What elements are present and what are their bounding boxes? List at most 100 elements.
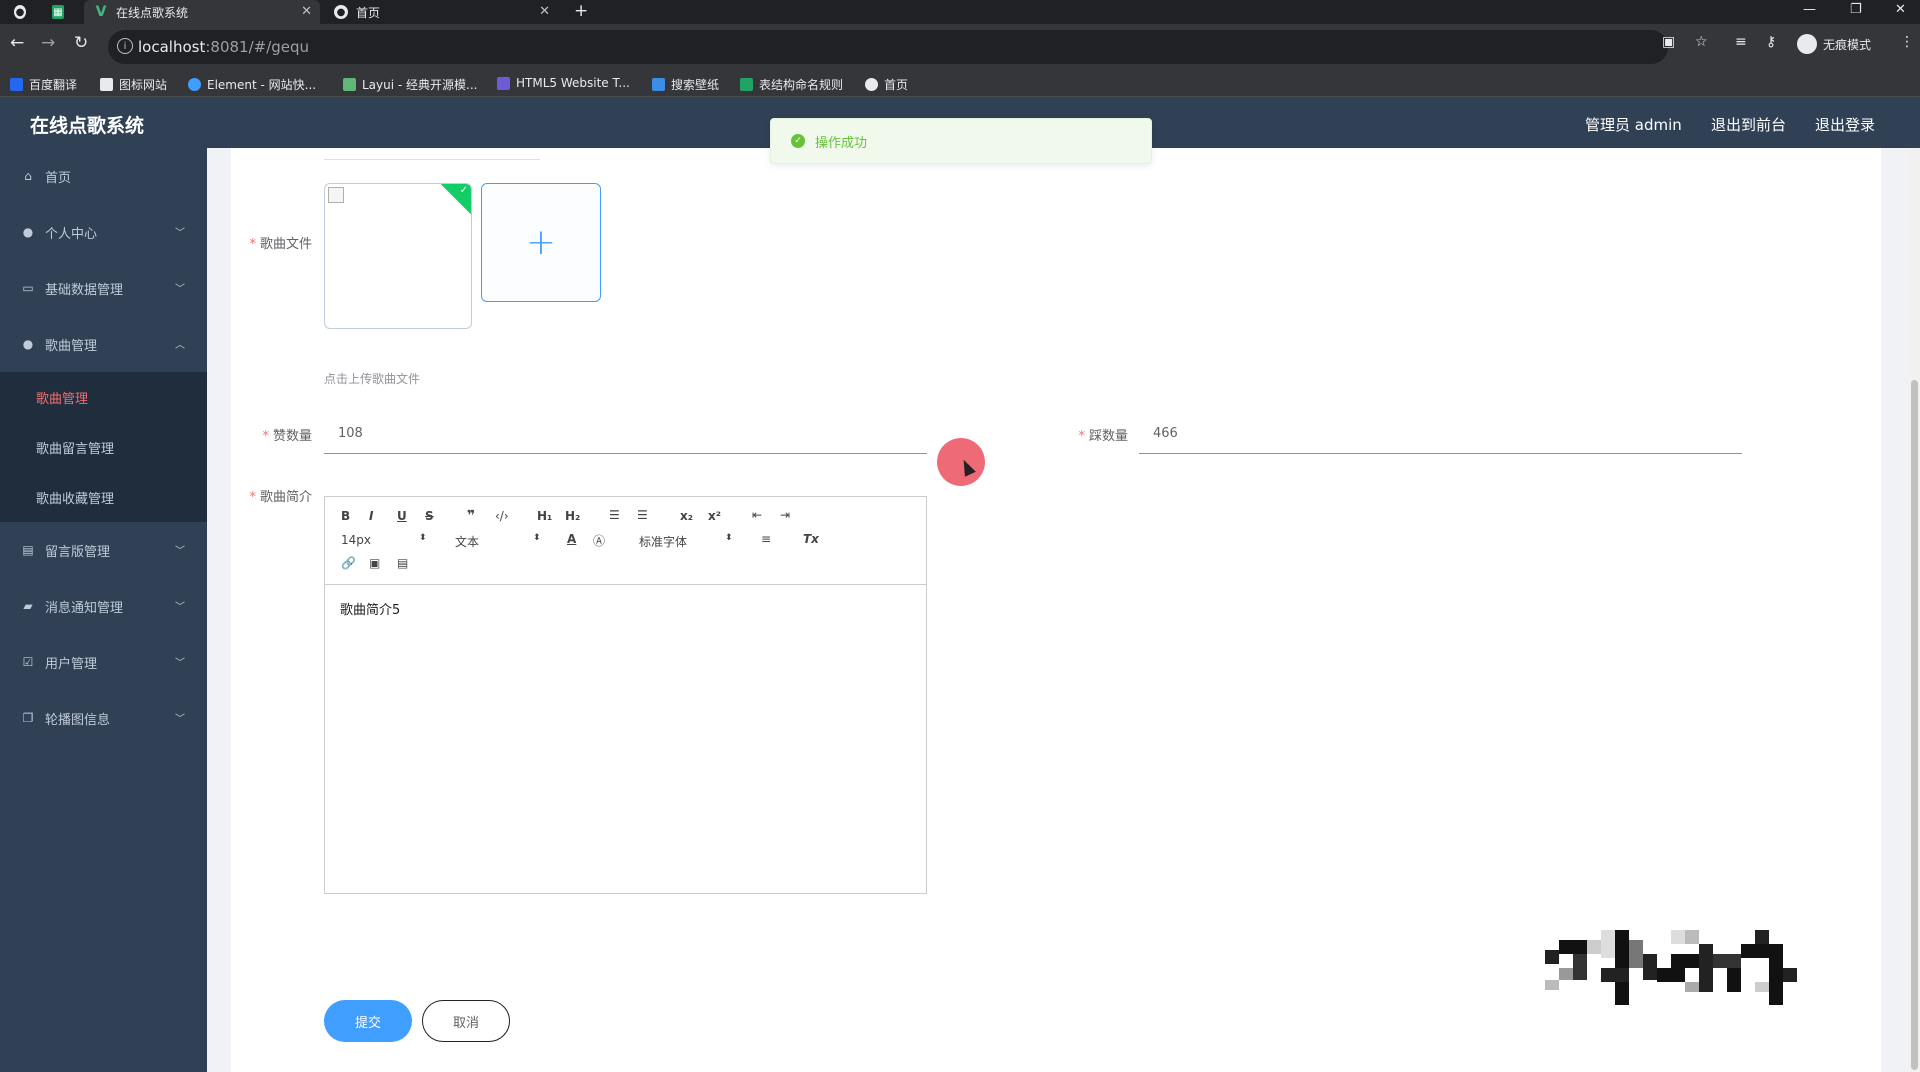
bold-icon[interactable]: B — [341, 509, 350, 523]
tab-song-system[interactable]: V 在线点歌系统 ✕ — [84, 0, 320, 24]
close-tab-icon[interactable]: ✕ — [539, 4, 550, 19]
tab-title: 在线点歌系统 — [116, 5, 189, 20]
back-to-front-link[interactable]: 退出到前台 — [1711, 114, 1786, 135]
block-format-select[interactable]: 文本 ⬍ — [455, 533, 541, 550]
heading-1-icon[interactable]: H₁ — [537, 509, 552, 523]
user-icon: ● — [22, 337, 34, 351]
underline-icon[interactable]: U — [397, 509, 407, 523]
browser-menu-icon[interactable]: ● — [14, 0, 34, 24]
chevron-up-icon: ︿ — [175, 340, 185, 351]
background-color-icon[interactable]: Ⓐ — [593, 532, 605, 549]
sheet-icon — [740, 78, 753, 91]
indent-icon[interactable]: ⇥ — [780, 508, 790, 522]
pinned-tab[interactable]: ▦ — [52, 0, 72, 24]
required-mark: * — [249, 237, 256, 252]
sidebar-subitem-song-manage[interactable]: 歌曲管理 — [0, 372, 207, 422]
address-bar[interactable]: i localhost:8081/#/gequ — [108, 30, 1668, 64]
link-icon[interactable]: 🔗 — [341, 556, 356, 570]
incognito-label: 无痕模式 — [1823, 37, 1872, 52]
back-icon[interactable]: ← — [10, 33, 24, 53]
sidebar-subitem-song-favorites[interactable]: 歌曲收藏管理 — [0, 472, 207, 522]
uploaded-file-thumbnail[interactable]: ✓ — [324, 183, 472, 329]
intro-label-text: 歌曲简介 — [259, 490, 312, 505]
sidebar-item-home[interactable]: ⌂ 首页 — [0, 148, 207, 204]
font-size-select[interactable]: 14px ⬍ — [341, 533, 427, 547]
bookmark-label: HTML5 Website T... — [516, 76, 630, 90]
font-family-select[interactable]: 标准字体 ⬍ — [639, 533, 739, 550]
chevron-down-icon: ﹀ — [175, 228, 185, 239]
dislikes-label-text: 踩数量 — [1088, 429, 1128, 444]
dislikes-input[interactable] — [1139, 414, 1742, 454]
sheet-icon: ▦ — [52, 5, 64, 19]
incognito-avatar-icon — [1797, 34, 1817, 54]
cancel-button[interactable]: 取消 — [422, 1000, 510, 1042]
likes-input[interactable] — [324, 414, 927, 454]
heading-2-icon[interactable]: H₂ — [565, 509, 580, 523]
video-icon[interactable]: ▤ — [397, 556, 408, 570]
subscript-icon[interactable]: x₂ — [680, 509, 693, 523]
sidebar-item-songs[interactable]: ● 歌曲管理 ︿ — [0, 316, 207, 372]
flag-icon — [100, 78, 113, 91]
logout-link[interactable]: 退出登录 — [1815, 114, 1875, 135]
reload-icon[interactable]: ↻ — [74, 33, 88, 53]
bookmark-item[interactable]: 表结构命名规则 — [740, 76, 843, 93]
sidebar-item-guestbook[interactable]: ▤ 留言版管理 ﹀ — [0, 522, 207, 578]
required-mark: * — [249, 490, 256, 505]
restore-icon[interactable]: ❐ — [1850, 2, 1862, 17]
bullet-list-icon[interactable]: ☰ — [637, 508, 648, 522]
minimize-icon[interactable]: — — [1803, 2, 1816, 17]
close-tab-icon[interactable]: ✕ — [301, 4, 312, 19]
sidebar-item-users[interactable]: ☑ 用户管理 ﹀ — [0, 634, 207, 690]
code-block-icon[interactable]: ‹/› — [495, 509, 509, 523]
bookmark-item[interactable]: 百度翻译 — [10, 76, 77, 93]
italic-icon[interactable]: I — [369, 509, 373, 523]
incognito-indicator[interactable]: 无痕模式 — [1797, 34, 1871, 54]
bookmarks-bar: 百度翻译 图标网站 Element - 网站快... Layui - 经典开源模… — [0, 71, 1920, 97]
clear-format-icon[interactable]: Tx — [803, 532, 819, 546]
bookmark-label: 表结构命名规则 — [759, 78, 844, 92]
song-file-label: * 歌曲文件 — [244, 233, 312, 252]
bookmark-item[interactable]: 图标网站 — [100, 76, 167, 93]
forward-icon[interactable]: → — [41, 33, 55, 53]
broken-image-icon — [328, 187, 344, 203]
translate-icon[interactable]: ▣ — [1662, 34, 1675, 50]
key-icon[interactable]: ⚷ — [1766, 34, 1776, 50]
font-color-icon[interactable]: A — [567, 532, 576, 546]
strikethrough-icon[interactable]: S — [425, 509, 434, 523]
close-window-icon[interactable]: ✕ — [1895, 2, 1906, 17]
sidebar-subitem-song-comments[interactable]: 歌曲留言管理 — [0, 422, 207, 472]
blockquote-icon[interactable]: ❞ — [467, 508, 475, 524]
ordered-list-icon[interactable]: ☰ — [609, 508, 620, 522]
editor-content[interactable]: 歌曲简介5 — [340, 599, 400, 618]
image-icon[interactable]: ▣ — [369, 556, 380, 570]
new-tab-icon[interactable]: + — [574, 1, 588, 21]
sidebar-item-profile[interactable]: ● 个人中心 ﹀ — [0, 204, 207, 260]
chevron-down-icon: ﹀ — [175, 284, 185, 295]
star-icon[interactable]: ☆ — [1695, 34, 1708, 50]
scrollbar-thumb[interactable] — [1911, 380, 1918, 1070]
align-icon[interactable]: ≡ — [761, 532, 771, 546]
bookmark-item[interactable]: HTML5 Website T... — [497, 76, 630, 90]
bookmark-item[interactable]: 首页 — [865, 76, 908, 93]
sidebar-subitem-label: 歌曲管理 — [36, 391, 89, 407]
sidebar-subitem-label: 歌曲收藏管理 — [36, 491, 115, 507]
sidebar-subitem-label: 歌曲留言管理 — [36, 441, 115, 457]
site-info-icon[interactable]: i — [117, 38, 133, 54]
pixelated-watermark-logo — [1545, 930, 1797, 1005]
upload-button[interactable]: + — [481, 183, 601, 302]
sidebar: ⌂ 首页 ● 个人中心 ﹀ ▭ 基础数据管理 ﹀ ● 歌曲管理 ︿ 歌曲管理 歌… — [0, 148, 207, 1072]
tab-title: 首页 — [356, 5, 381, 20]
tab-home[interactable]: ● 首页 ✕ — [326, 0, 558, 24]
bookmark-item[interactable]: 搜索壁纸 — [652, 76, 719, 93]
submit-button[interactable]: 提交 — [324, 1000, 412, 1042]
outdent-icon[interactable]: ⇤ — [752, 508, 762, 522]
sidebar-item-notifications[interactable]: ▰ 消息通知管理 ﹀ — [0, 578, 207, 634]
bookmark-item[interactable]: Element - 网站快... — [188, 76, 316, 93]
sidebar-item-label: 轮播图信息 — [45, 712, 111, 728]
sidebar-item-carousel[interactable]: ❐ 轮播图信息 ﹀ — [0, 690, 207, 746]
superscript-icon[interactable]: x² — [708, 509, 721, 523]
sidebar-item-base-data[interactable]: ▭ 基础数据管理 ﹀ — [0, 260, 207, 316]
bookmark-item[interactable]: Layui - 经典开源模... — [343, 76, 477, 93]
reading-list-icon[interactable]: ≡ — [1735, 34, 1747, 50]
more-menu-icon[interactable]: ⋮ — [1900, 34, 1914, 50]
